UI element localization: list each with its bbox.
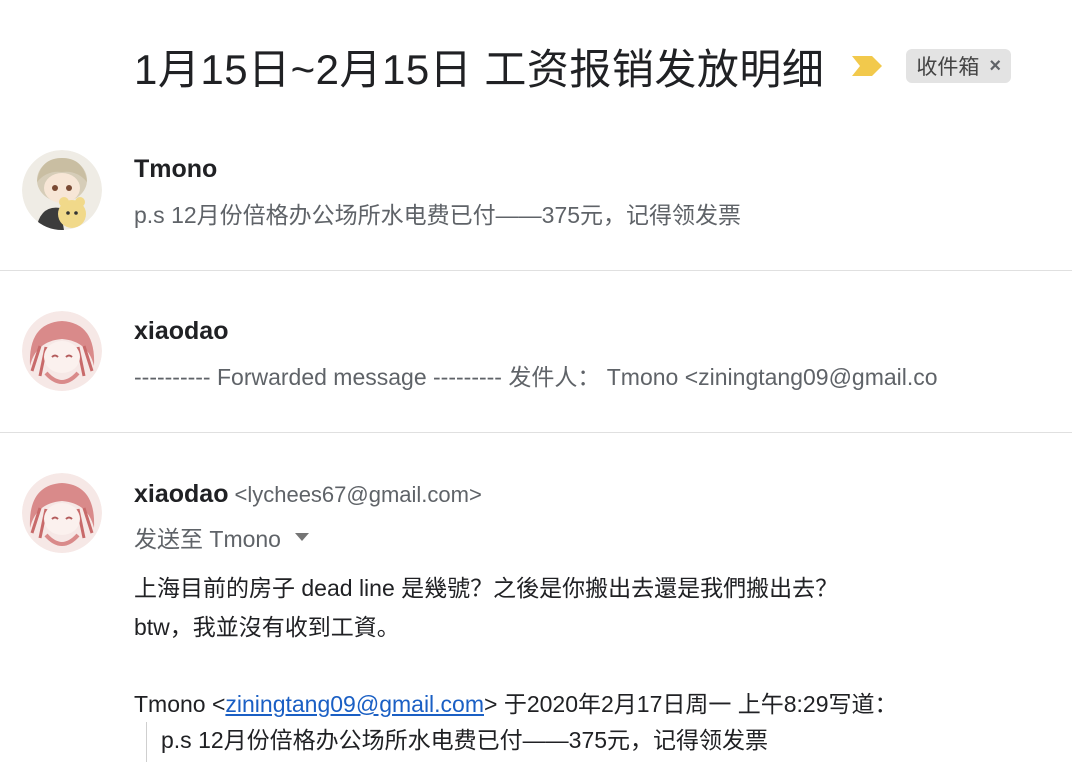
avatar-xiaodao-image bbox=[22, 311, 102, 391]
message-snippet: p.s 12月份倍格办公场所水电费已付——375元，记得领发票 bbox=[134, 202, 742, 228]
sender-name: xiaodao bbox=[134, 480, 229, 508]
sender-name: Tmono bbox=[134, 155, 218, 183]
quote-email-link[interactable]: ziningtang09@gmail.com bbox=[225, 691, 484, 717]
quote-attribution-suffix: > 于2020年2月17日周一 上午8:29写道： bbox=[484, 691, 898, 717]
quoted-text-line: p.s 12月份倍格办公场所水电费已付——375元，记得领发票 bbox=[161, 727, 769, 753]
sender-name: xiaodao bbox=[134, 317, 229, 345]
sender-header: xiaodao <lychees67@gmail.com> bbox=[134, 480, 482, 509]
avatar bbox=[22, 150, 102, 230]
message-collapsed-1[interactable]: Tmono p.s 12月份倍格办公场所水电费已付——375元，记得领发票 bbox=[0, 0, 1072, 270]
chevron-down-icon[interactable] bbox=[294, 533, 309, 541]
avatar bbox=[22, 311, 102, 391]
message-snippet: ---------- Forwarded message --------- 发… bbox=[134, 364, 938, 390]
avatar bbox=[22, 473, 102, 553]
avatar-tmono-image bbox=[22, 150, 102, 230]
recipient-details-toggle[interactable]: 发送至 Tmono bbox=[134, 520, 309, 554]
quoted-text: p.s 12月份倍格办公场所水电费已付——375元，记得领发票 bbox=[146, 722, 768, 762]
recipient-line: 发送至 Tmono bbox=[134, 526, 281, 552]
message-collapsed-2[interactable]: xiaodao ---------- Forwarded message ---… bbox=[0, 271, 1072, 431]
message-body-line: 上海目前的房子 dead line 是幾號？之後是你搬出去還是我們搬出去？ bbox=[134, 575, 839, 601]
message-body-line: btw，我並沒有收到工資。 bbox=[134, 614, 400, 640]
quote-attribution: Tmono <ziningtang09@gmail.com> 于2020年2月1… bbox=[134, 686, 898, 722]
quote-attribution-prefix: Tmono < bbox=[134, 691, 226, 717]
sender-email: <lychees67@gmail.com> bbox=[234, 482, 482, 507]
avatar-xiaodao-image bbox=[22, 473, 102, 553]
